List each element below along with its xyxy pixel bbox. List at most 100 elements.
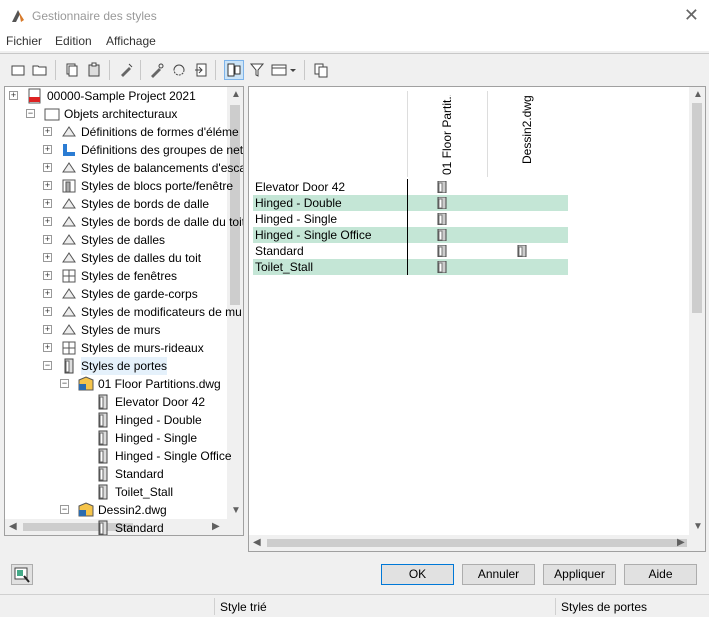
door-icon[interactable]: [437, 260, 447, 274]
expand-icon[interactable]: +: [9, 91, 18, 100]
style-usage-grid[interactable]: ▲ ▼ ◀ ▶ 01 Floor Partit... Dessin2.dwg Ele…: [248, 86, 706, 552]
tree-item-label: Toilet_Stall: [115, 485, 174, 499]
status-sort: Style trié: [220, 600, 267, 614]
grid-row-divider: [407, 179, 408, 275]
menu-edit[interactable]: Edition: [55, 34, 92, 48]
expand-icon[interactable]: +: [43, 163, 52, 172]
expand-icon[interactable]: +: [43, 145, 52, 154]
filter-icon[interactable]: [247, 60, 267, 80]
grid-row[interactable]: Standard: [253, 243, 568, 259]
grid-vertical-scrollbar[interactable]: ▲ ▼: [689, 87, 705, 535]
grid-row[interactable]: Toilet_Stall: [253, 259, 568, 275]
door-icon[interactable]: [437, 180, 447, 194]
new-icon[interactable]: [8, 60, 28, 80]
tree-item-label: Hinged - Double: [115, 413, 202, 427]
expand-icon[interactable]: +: [43, 181, 52, 190]
style-editor-icon[interactable]: [11, 564, 33, 585]
sync-icon[interactable]: [169, 60, 189, 80]
status-bar: Style trié Styles de portes: [0, 594, 709, 617]
expand-icon[interactable]: +: [43, 343, 52, 352]
tree-item-label: Styles de blocs porte/fenêtre: [81, 179, 234, 193]
open-icon[interactable]: [30, 60, 50, 80]
scroll-thumb[interactable]: [692, 103, 702, 313]
expand-icon[interactable]: +: [43, 325, 52, 334]
door-icon[interactable]: [517, 244, 527, 258]
grid-row-label: Toilet_Stall: [255, 260, 314, 274]
column-label: 01 Floor Partit...: [440, 95, 454, 175]
view-mode-icon[interactable]: [270, 60, 298, 80]
door-icon: [95, 466, 111, 482]
collapse-icon[interactable]: −: [60, 505, 69, 514]
expand-icon[interactable]: +: [43, 127, 52, 136]
menu-file[interactable]: Fichier: [6, 34, 42, 48]
door-icon: [95, 484, 111, 500]
grid-row-label: Hinged - Single: [255, 212, 338, 226]
paste-icon[interactable]: [84, 60, 104, 80]
apply-button[interactable]: Appliquer: [543, 564, 616, 585]
grid-row[interactable]: Hinged - Double: [253, 195, 568, 211]
menu-view[interactable]: Affichage: [106, 34, 156, 48]
door-icon[interactable]: [437, 228, 447, 242]
copy-icon[interactable]: [62, 60, 82, 80]
column-label: Dessin2.dwg: [520, 95, 534, 164]
expand-icon[interactable]: +: [43, 271, 52, 280]
purge-icon[interactable]: [116, 60, 136, 80]
window-title: Gestionnaire des styles: [32, 9, 157, 23]
scroll-thumb[interactable]: [267, 539, 687, 547]
tree-item-label: Définitions de formes d'éléme: [81, 125, 239, 139]
collapse-icon[interactable]: −: [43, 361, 52, 370]
scroll-left-icon[interactable]: ◀: [253, 537, 261, 548]
scroll-down-icon[interactable]: ▼: [693, 521, 703, 532]
title-bar: Gestionnaire des styles ✕: [0, 0, 709, 32]
group-icon: [61, 142, 77, 158]
cancel-button[interactable]: Annuler: [462, 564, 535, 585]
tree-item-label: Définitions des groupes de net: [81, 143, 244, 157]
door-icon[interactable]: [437, 244, 447, 258]
grid-column-header[interactable]: Dessin2.dwg: [487, 91, 567, 177]
scroll-down-icon[interactable]: ▼: [231, 505, 241, 516]
grid-row[interactable]: Hinged - Single Office: [253, 227, 568, 243]
grid-row[interactable]: Elevator Door 42: [253, 179, 568, 195]
collapse-icon[interactable]: −: [26, 109, 35, 118]
expand-icon[interactable]: +: [43, 217, 52, 226]
door-icon[interactable]: [437, 212, 447, 226]
door-icon: [95, 448, 111, 464]
tree-item-label: Styles de dalles: [81, 233, 166, 247]
scroll-left-icon[interactable]: ◀: [9, 521, 17, 532]
expand-icon[interactable]: +: [43, 199, 52, 208]
tree-item-label: Styles de bords de dalle: [81, 197, 210, 211]
door-icon: [61, 358, 77, 374]
tree-item-label: Styles de dalles du toit: [81, 251, 202, 265]
tree-item-label: Hinged - Single Office: [115, 449, 232, 463]
tree-item-label: Styles de murs: [81, 323, 161, 337]
app-icon: [12, 10, 24, 22]
expand-icon[interactable]: +: [43, 307, 52, 316]
close-icon[interactable]: ✕: [684, 5, 699, 26]
scroll-right-icon[interactable]: ▶: [212, 521, 220, 532]
help-button[interactable]: Aide: [624, 564, 697, 585]
expand-icon[interactable]: +: [43, 253, 52, 262]
grid-horizontal-scrollbar[interactable]: ◀ ▶: [249, 535, 705, 551]
door-icon: [95, 430, 111, 446]
collapse-icon[interactable]: −: [60, 379, 69, 388]
ok-button[interactable]: OK: [381, 564, 454, 585]
door-icon[interactable]: [437, 196, 447, 210]
scroll-up-icon[interactable]: ▲: [693, 89, 703, 100]
scroll-up-icon[interactable]: ▲: [231, 89, 241, 100]
shape-icon: [61, 124, 77, 140]
expand-icon[interactable]: +: [43, 289, 52, 298]
grid-row[interactable]: Hinged - Single: [253, 211, 568, 227]
grid-row-label: Standard: [255, 244, 304, 258]
grid-column-header[interactable]: 01 Floor Partit...: [407, 91, 487, 177]
style-tree[interactable]: ▲ ▼ ◀ ▶ +00000-Sample Project 2021 − Objet…: [4, 86, 244, 536]
expand-icon[interactable]: +: [43, 235, 52, 244]
edit-icon[interactable]: [147, 60, 167, 80]
import-icon[interactable]: [191, 60, 211, 80]
export-icon[interactable]: [311, 60, 331, 80]
scroll-right-icon[interactable]: ▶: [677, 537, 685, 548]
door-icon: [95, 394, 111, 410]
project-icon: [27, 88, 43, 104]
view-toggle-icon[interactable]: [224, 60, 244, 80]
tree-item-label: 00000-Sample Project 2021: [47, 89, 196, 103]
slab-edge-icon: [61, 196, 77, 212]
